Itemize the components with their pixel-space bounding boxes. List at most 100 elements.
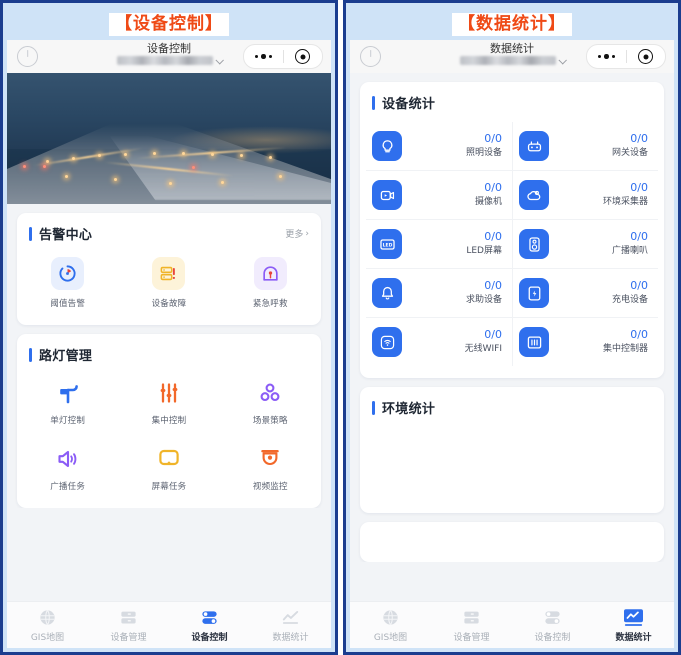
streetlight-item-label: 广播任务 [50,482,86,493]
stat-text: 0/0 充电设备 [612,279,652,307]
card-title-env-stats: 环境统计 [382,402,436,418]
target-icon[interactable] [627,49,666,65]
stat-cell-led-screen[interactable]: LED 0/0 LED屏幕 [366,220,512,270]
stat-value: 0/0 [484,132,502,146]
tab-gis-map[interactable]: GIS地图 [350,607,431,643]
stat-cell-env-collector[interactable]: 0/0 环境采集器 [512,171,658,221]
tab-label: 设备管理 [110,633,147,643]
street-lamp-icon [53,378,83,408]
caption-band-left: 【设备控制】 [7,7,331,41]
stat-cell-loudspeaker[interactable]: 0/0 广播喇叭 [512,220,658,270]
streetlight-item-video-monitor[interactable]: 视频监控 [220,430,321,496]
target-icon[interactable] [284,49,323,65]
stat-cell-wifi[interactable]: 0/0 无线WIFI [366,318,512,366]
blurred-account-name [459,56,556,66]
caption-label-left: 【设备控制】 [109,13,229,37]
power-icon[interactable] [17,46,38,68]
loudspeaker-icon [519,229,549,260]
device-stat-grid: 0/0 照明设备 0/0 网关设备 0/0 摄像机 0/0 环境采集器 LED … [360,122,664,367]
tab-device-control[interactable]: 设备控制 [512,607,593,643]
accent-bar [372,95,375,110]
page-body-left: 告警中心 更多 › 阈值告警 设备故障 紧急呼救 路灯管理 单灯控制 集中控制 … [7,73,331,601]
tab-label: GIS地图 [373,633,408,643]
streetlight-item-single-lamp[interactable]: 单灯控制 [17,374,118,430]
alarm-item-emergency[interactable]: 紧急呼救 [220,253,321,313]
wechat-capsule-left[interactable] [243,44,323,70]
page-body-right: 设备统计 0/0 照明设备 0/0 网关设备 0/0 摄像机 0/0 环境采集器… [350,73,674,601]
toggle-icon [542,607,564,627]
stat-label: 无线WIFI [464,344,502,355]
hero-banner-bridge [7,73,331,205]
tab-data-statistics[interactable]: 数据统计 [593,607,674,643]
stat-value: 0/0 [630,132,648,146]
stat-cell-controller[interactable]: 0/0 集中控制器 [512,318,658,367]
tabbar-left: GIS地图 设备管理 设备控制 数据统计 [7,601,331,648]
alarm-grid: 阈值告警 设备故障 紧急呼救 [17,253,321,313]
alarm-item-device-fault[interactable]: 设备故障 [118,253,219,313]
power-icon[interactable] [360,46,381,68]
body-spacer-right [350,562,674,601]
chevron-down-icon[interactable] [557,55,567,65]
streetlight-item-screen-task[interactable]: 屏幕任务 [118,430,219,496]
stat-label: 摄像机 [474,197,502,208]
chart-icon [280,607,302,627]
dome-camera-icon [255,444,285,474]
header-subtitle-left[interactable] [116,55,224,66]
card-header-env-stats: 环境统计 [360,398,664,417]
emergency-call-icon [253,257,287,291]
cloud-sensor-icon [519,180,549,211]
stat-text: 0/0 照明设备 [466,132,506,160]
blurred-account-name [116,56,213,66]
chevron-down-icon[interactable] [214,55,224,65]
sliders-icon [154,378,184,408]
stat-value: 0/0 [484,279,502,293]
streetlight-item-broadcast[interactable]: 广播任务 [17,430,118,496]
wechat-capsule-right[interactable] [586,44,666,70]
body-spacer-left [7,508,331,601]
svg-text:LED: LED [382,242,392,248]
tab-gis-map[interactable]: GIS地图 [7,607,88,643]
stat-label: 网关设备 [611,148,648,159]
stat-value: 0/0 [630,181,648,195]
tab-label: GIS地图 [30,633,65,643]
streetlight-item-label: 集中控制 [151,416,187,427]
streetlight-item-central-control[interactable]: 集中控制 [118,374,219,430]
more-dots-icon[interactable] [244,54,283,60]
led-screen-icon: LED [372,229,402,260]
more-dots-icon[interactable] [587,54,626,60]
stat-text: 0/0 无线WIFI [465,328,506,356]
stat-value: 0/0 [484,230,502,244]
stat-cell-help-device[interactable]: 0/0 求助设备 [366,269,512,319]
header-subtitle-right[interactable] [459,55,567,66]
stat-cell-charging[interactable]: 0/0 充电设备 [512,269,658,319]
more-label: 更多 [285,230,304,241]
tabbar-right: GIS地图 设备管理 设备控制 数据统计 [350,601,674,648]
stat-value: 0/0 [484,181,502,195]
tab-device-management[interactable]: 设备管理 [431,607,512,643]
tab-device-control[interactable]: 设备控制 [169,607,250,643]
stat-text: 0/0 集中控制器 [603,328,652,356]
phone-panel-device-control: 【设备控制】 设备控制 告警中心 更多 › 阈值告警 设备故障 紧急呼救 路灯管… [0,0,338,655]
accent-bar [372,400,375,415]
stat-text: 0/0 求助设备 [466,279,506,307]
stat-value: 0/0 [630,279,648,293]
tab-device-management[interactable]: 设备管理 [88,607,169,643]
streetlight-item-scene-policy[interactable]: 场景策略 [220,374,321,430]
stat-cell-gateway[interactable]: 0/0 网关设备 [512,122,658,172]
stat-label: 广播喇叭 [611,246,648,257]
chevron-right-icon: › [305,228,309,239]
more-link-alarm[interactable]: 更多 › [285,227,309,241]
tab-label: 数据统计 [272,633,309,643]
toggle-icon [199,607,221,627]
card-environment-statistics: 环境统计 [360,387,664,514]
streetlight-item-label: 单灯控制 [50,416,86,427]
card-device-statistics: 设备统计 0/0 照明设备 0/0 网关设备 0/0 摄像机 0/0 环境采集器… [360,82,664,379]
accent-bar [29,347,32,362]
header-title-left: 设备控制 [147,42,191,56]
stat-cell-camera[interactable]: 0/0 摄像机 [366,171,512,221]
stat-cell-lighting[interactable]: 0/0 照明设备 [366,122,512,172]
alarm-item-threshold[interactable]: 阈值告警 [17,253,118,313]
tab-data-statistics[interactable]: 数据统计 [250,607,331,643]
tab-label: 设备管理 [453,633,490,643]
card-alarm-center: 告警中心 更多 › 阈值告警 设备故障 紧急呼救 [17,213,321,326]
